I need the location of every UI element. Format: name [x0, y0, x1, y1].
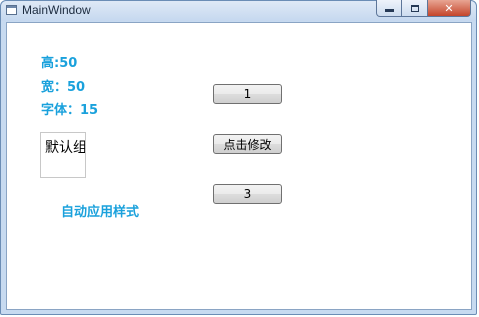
width-label: 宽：50 [41, 80, 86, 95]
minimize-button[interactable] [376, 0, 402, 17]
minimize-icon [384, 9, 394, 12]
caption-buttons: ✕ [376, 0, 471, 18]
window-title: MainWindow [22, 3, 91, 17]
title-bar[interactable]: MainWindow ✕ [1, 0, 476, 21]
auto-style-label: 自动应用样式 [61, 205, 140, 220]
button-1[interactable]: 1 [213, 84, 282, 104]
maximize-button[interactable] [402, 0, 428, 17]
main-window: MainWindow ✕ 高:50 宽：50 字体：15 默认组 自动应用样式 … [0, 0, 477, 315]
window-content: 高:50 宽：50 字体：15 默认组 自动应用样式 1 点击修改 3 [6, 22, 472, 310]
maximize-icon [410, 4, 419, 12]
default-textbox[interactable]: 默认组 [40, 132, 86, 178]
textbox-value: 默认组 [45, 140, 86, 156]
height-label: 高:50 [41, 56, 78, 71]
button-3[interactable]: 3 [213, 184, 282, 204]
window-app-icon [6, 5, 17, 15]
close-button[interactable]: ✕ [428, 0, 471, 17]
edit-button[interactable]: 点击修改 [213, 134, 282, 154]
close-icon: ✕ [444, 1, 454, 15]
font-size-label: 字体：15 [41, 103, 99, 118]
